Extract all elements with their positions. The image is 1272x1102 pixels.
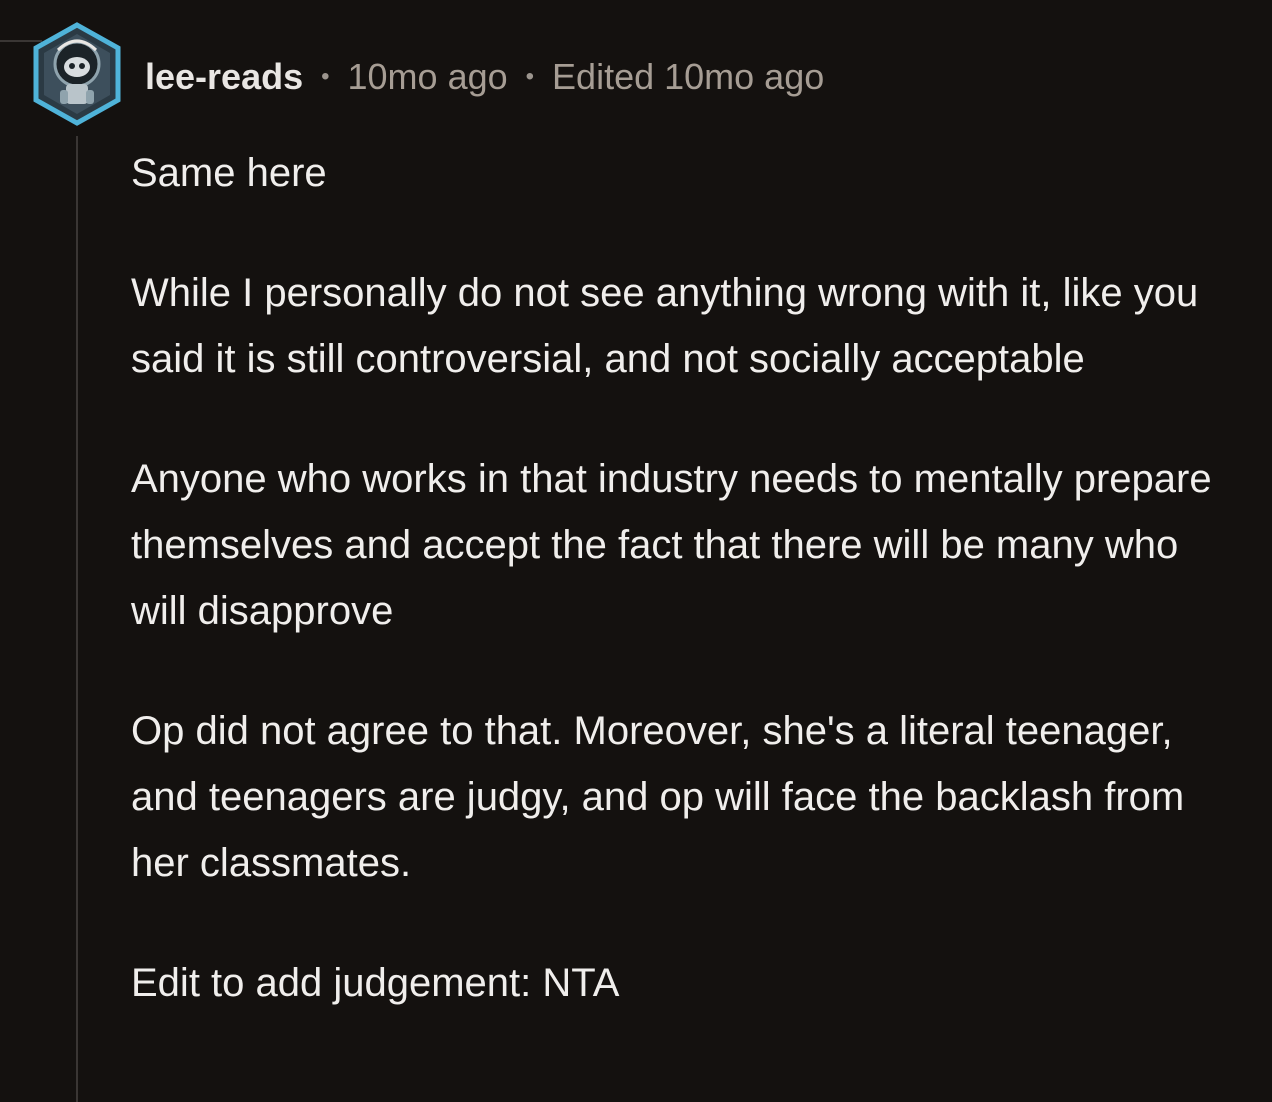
edited-timestamp: Edited 10mo ago — [552, 56, 825, 97]
separator-dot: • — [321, 63, 330, 90]
comment-header: lee-reads • 10mo ago • Edited 10mo ago — [145, 52, 824, 102]
comment-paragraph: While I personally do not see anything w… — [131, 271, 1199, 381]
comment: lee-reads • 10mo ago • Edited 10mo ago S… — [0, 0, 1272, 1102]
thread-line[interactable] — [76, 136, 78, 1102]
timestamp[interactable]: 10mo ago — [348, 56, 508, 98]
avatar[interactable] — [30, 22, 124, 126]
comment-paragraph: Anyone who works in that industry needs … — [131, 457, 1212, 633]
username-link[interactable]: lee-reads — [145, 56, 303, 98]
comment-paragraph: Op did not agree to that. Moreover, she'… — [131, 709, 1185, 885]
separator-dot: • — [525, 63, 535, 90]
comment-paragraph: Edit to add judgement: NTA — [131, 961, 620, 1005]
robot-avatar-icon — [33, 22, 121, 126]
comment-body: Same here While I personally do not see … — [131, 140, 1241, 1070]
comment-paragraph: Same here — [131, 151, 327, 195]
